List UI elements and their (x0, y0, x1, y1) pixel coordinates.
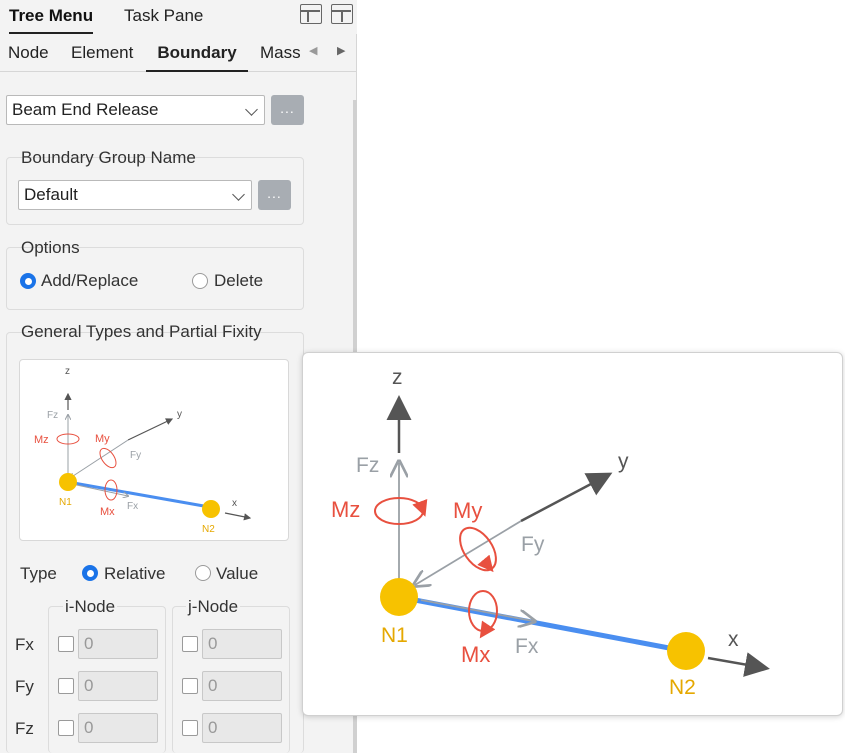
beam-line (398, 594, 686, 654)
z-label: z (65, 366, 70, 377)
node-n2 (667, 632, 705, 670)
i-node-title: i-Node (63, 597, 118, 617)
y-label: y (618, 450, 629, 473)
x-label: x (232, 498, 237, 509)
fx-i-input[interactable]: 0 (78, 629, 158, 659)
fx-arrow (420, 599, 533, 621)
mx-label: Mx (100, 506, 115, 518)
options-title: Options (21, 238, 80, 257)
add-replace-label: Add/Replace (41, 271, 139, 290)
chevron-down-icon (245, 103, 258, 116)
group-name-value: Default (24, 185, 78, 204)
boundary-type-select[interactable]: Beam End Release (6, 95, 265, 125)
y-axis-arrow (127, 418, 174, 441)
fy-i-checkbox[interactable] (58, 678, 74, 694)
tab-task-pane[interactable]: Task Pane (124, 0, 203, 32)
fy-j-checkbox[interactable] (182, 678, 198, 694)
node-n1 (380, 578, 418, 616)
tab-element[interactable]: Element (71, 36, 133, 70)
node-n1 (59, 473, 77, 491)
fz-label: Fz (47, 410, 58, 421)
fz-i-input[interactable]: 0 (78, 713, 158, 743)
fz-label: Fz (356, 454, 379, 477)
layout-split-icon[interactable] (331, 4, 353, 24)
boundary-type-more-button[interactable]: ... (271, 95, 304, 125)
sub-tab-bar: Node Element Boundary Mass (0, 36, 357, 72)
y-label: y (177, 409, 182, 420)
x-axis-arrow (707, 652, 770, 677)
fx-j-input[interactable]: 0 (202, 629, 282, 659)
fz-row-label: Fz (15, 719, 34, 738)
tab-scroll-left-icon[interactable]: ◀ (309, 44, 317, 57)
chevron-down-icon (232, 188, 245, 201)
value-radio[interactable] (195, 565, 211, 581)
fy-label: Fy (130, 450, 141, 461)
fx-j-checkbox[interactable] (182, 636, 198, 652)
tab-mass[interactable]: Mass (260, 36, 304, 70)
tab-tree-menu[interactable]: Tree Menu (9, 0, 94, 34)
y-axis-arrow (520, 472, 613, 523)
tab-scroll-right-icon[interactable]: ▶ (337, 44, 345, 57)
my-arrowhead (477, 554, 494, 573)
delete-radio[interactable] (192, 273, 208, 289)
release-diagram-thumbnail: z Fz Mz My Fy y N1 Mx Fx N2 x (19, 359, 289, 541)
relative-label: Relative (104, 564, 166, 583)
layout-single-icon[interactable] (300, 4, 322, 24)
fx-row-label: Fx (15, 635, 34, 654)
mx-arrowhead (479, 620, 496, 639)
fx-i-checkbox[interactable] (58, 636, 74, 652)
n1-label: N1 (59, 497, 72, 508)
fy-row-label: Fy (15, 677, 34, 696)
n2-label: N2 (202, 524, 215, 535)
my-label: My (95, 433, 110, 445)
general-types-title: General Types and Partial Fixity (21, 322, 262, 341)
fx-label: Fx (127, 501, 138, 512)
release-diagram-thumbnail-svg: z Fz Mz My Fy y N1 Mx Fx N2 x (34, 366, 252, 535)
fx-label: Fx (515, 635, 539, 658)
group-name-more-button[interactable]: ... (258, 180, 291, 210)
n1-label: N1 (381, 624, 408, 647)
fy-i-input[interactable]: 0 (78, 671, 158, 701)
fy-arrow (70, 439, 129, 478)
fy-label: Fy (521, 533, 545, 556)
x-axis-arrow (224, 512, 252, 521)
top-tab-bar: Tree Menu Task Pane (0, 0, 357, 34)
boundary-group-name-title: Boundary Group Name (21, 148, 196, 167)
n2-label: N2 (669, 676, 696, 699)
tab-boundary[interactable]: Boundary (146, 36, 248, 72)
fz-i-checkbox[interactable] (58, 720, 74, 736)
group-name-select[interactable]: Default (18, 180, 252, 210)
node-n2 (202, 500, 220, 518)
my-label: My (453, 498, 482, 523)
fz-j-input[interactable]: 0 (202, 713, 282, 743)
fy-arrow (415, 520, 522, 585)
mz-arrowhead (412, 498, 428, 517)
release-diagram-zoom-svg: z Fz Mz My Fy y N1 Mx Fx N2 x (331, 366, 770, 699)
type-label: Type (20, 564, 57, 583)
fy-j-input[interactable]: 0 (202, 671, 282, 701)
mz-label: Mz (34, 434, 49, 446)
beam-line (67, 480, 216, 510)
z-label: z (392, 366, 403, 389)
release-diagram-zoom: z Fz Mz My Fy y N1 Mx Fx N2 x (302, 352, 843, 716)
mx-label: Mx (461, 642, 490, 667)
boundary-type-value: Beam End Release (12, 100, 159, 119)
mz-label: Mz (331, 497, 360, 522)
my-moment-icon (459, 526, 497, 572)
x-label: x (728, 628, 739, 651)
value-label: Value (216, 564, 259, 583)
fz-j-checkbox[interactable] (182, 720, 198, 736)
tab-node[interactable]: Node (8, 36, 49, 70)
add-replace-radio[interactable] (20, 273, 36, 289)
delete-label: Delete (214, 271, 264, 290)
j-node-title: j-Node (186, 597, 241, 617)
relative-radio[interactable] (82, 565, 98, 581)
